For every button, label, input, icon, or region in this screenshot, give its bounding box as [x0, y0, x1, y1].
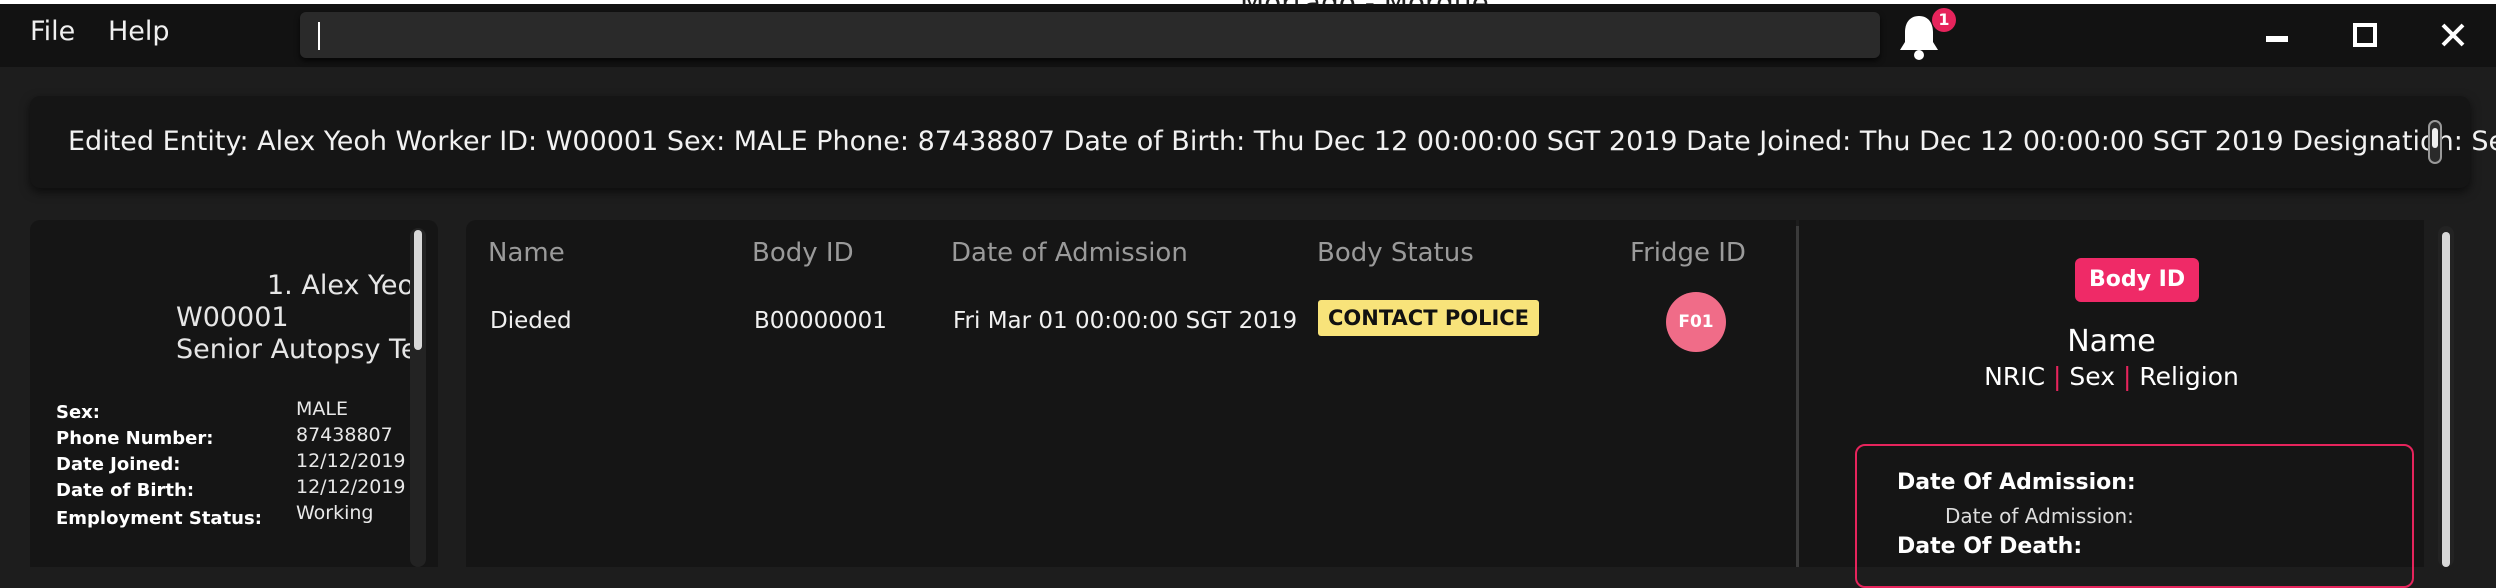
menu-file[interactable]: File	[30, 16, 75, 47]
row-admission: Fri Mar 01 00:00:00 SGT 2019	[953, 308, 1298, 334]
worker-joined-value: 12/12/2019	[296, 450, 406, 472]
worker-dob-label: Date of Birth:	[56, 480, 195, 501]
worker-phone-label: Phone Number:	[56, 428, 214, 449]
detail-subtitle: NRIC | Sex | Religion	[1799, 362, 2424, 391]
worker-id: W00001	[176, 302, 289, 333]
worker-list-scroll-thumb[interactable]	[414, 230, 422, 350]
detail-separator: |	[2122, 362, 2132, 391]
column-header-name[interactable]: Name	[488, 238, 565, 268]
worker-name: 1. Alex Yeoh	[267, 270, 413, 301]
detail-scroll-thumb[interactable]	[2442, 232, 2450, 567]
result-scrollbar[interactable]	[2428, 120, 2442, 164]
minimize-icon[interactable]	[2262, 20, 2292, 50]
body-detail-panel: Body ID Name NRIC | Sex | Religion Date …	[1799, 220, 2424, 588]
worker-dob-value: 12/12/2019	[296, 476, 406, 498]
worker-card-header: 1. Alex Yeoh W00001 Senior Autopsy Techn…	[30, 260, 413, 380]
row-body-id: B00000001	[754, 308, 887, 334]
body-table-panel: Name Body ID Date of Admission Body Stat…	[466, 220, 1796, 567]
menu-help[interactable]: Help	[108, 16, 170, 47]
command-input[interactable]	[300, 12, 1880, 58]
worker-employment-label: Employment Status:	[56, 508, 262, 529]
body-id-badge: Body ID	[2075, 258, 2200, 302]
admission-header: Date Of Admission:	[1897, 470, 2136, 495]
detail-name: Name	[2067, 324, 2156, 359]
worker-joined-label: Date Joined:	[56, 454, 181, 475]
maximize-icon[interactable]	[2350, 20, 2380, 50]
column-header-fridge[interactable]: Fridge ID	[1630, 238, 1746, 268]
worker-phone-value: 87438807	[296, 424, 393, 446]
worker-sex-label: Sex:	[56, 402, 100, 423]
status-badge: CONTACT POLICE	[1318, 300, 1540, 336]
detail-separator: |	[2053, 362, 2062, 391]
detail-sex: Sex	[2069, 362, 2116, 391]
result-text: Edited Entity: Alex Yeoh Worker ID: W000…	[68, 126, 2496, 157]
detail-nric: NRIC	[1984, 362, 2046, 391]
column-header-admission[interactable]: Date of Admission	[951, 238, 1188, 268]
detail-dates-card: Date Of Admission: Date of Admission: Da…	[1855, 444, 2414, 588]
column-header-body-id[interactable]: Body ID	[752, 238, 854, 268]
worker-designation: Senior Autopsy Technician	[176, 334, 413, 365]
result-display: Edited Entity: Alex Yeoh Worker ID: W000…	[30, 96, 2496, 188]
admission-value: Date of Admission:	[1945, 504, 2134, 528]
text-caret	[318, 22, 320, 50]
column-header-status[interactable]: Body Status	[1317, 238, 1474, 268]
worker-list-panel: 1. Alex Yeoh W00001 Senior Autopsy Techn…	[30, 220, 438, 567]
close-icon[interactable]	[2438, 20, 2468, 50]
fridge-badge: F01	[1666, 292, 1726, 352]
notification-badge: 1	[1932, 8, 1956, 32]
menu-bar: File Help 1	[0, 4, 2496, 67]
worker-employment-value: Working	[296, 502, 374, 524]
worker-sex-value: MALE	[296, 398, 348, 420]
detail-religion: Religion	[2139, 362, 2239, 391]
row-name: Dieded	[490, 308, 572, 334]
death-header: Date Of Death:	[1897, 534, 2083, 559]
